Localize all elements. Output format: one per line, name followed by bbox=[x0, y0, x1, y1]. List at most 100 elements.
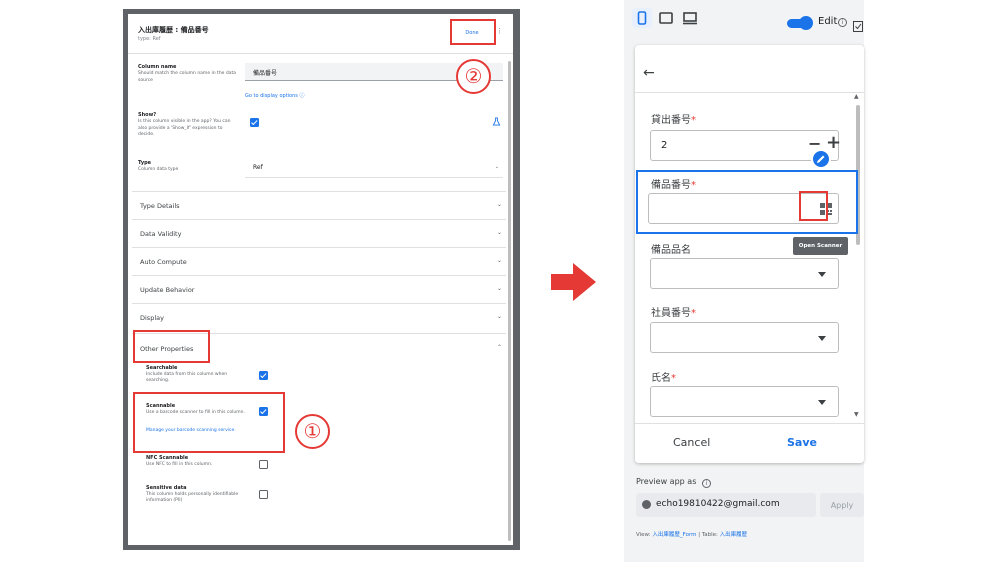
table-link[interactable]: 入出庫履歴 bbox=[720, 532, 748, 538]
nfc-scannable-help: Use NFC to fill in this column. bbox=[146, 462, 213, 467]
sensitive-data-label: Sensitive data bbox=[146, 485, 187, 491]
edit-label: Edit bbox=[818, 16, 838, 27]
required-marker: * bbox=[691, 115, 696, 126]
right-arrow-icon bbox=[551, 263, 596, 301]
chevron-down-icon: ⌄ bbox=[494, 164, 499, 170]
searchable-label: Searchable bbox=[146, 365, 178, 371]
form-footer: Cancel Save bbox=[635, 423, 864, 463]
tablet-icon[interactable] bbox=[656, 8, 676, 28]
show-checkbox[interactable] bbox=[250, 118, 259, 127]
more-options-icon[interactable]: ⋮ bbox=[496, 27, 503, 35]
column-name-label: Column name bbox=[138, 64, 177, 70]
account-icon bbox=[642, 500, 651, 509]
save-button[interactable]: Save bbox=[787, 436, 817, 449]
info-icon[interactable]: i bbox=[838, 18, 847, 27]
back-arrow-icon[interactable]: ← bbox=[643, 65, 655, 81]
desktop-icon[interactable] bbox=[680, 8, 700, 28]
section-label: Auto Compute bbox=[140, 258, 187, 266]
preview-panel-edge bbox=[864, 0, 1000, 562]
sensitive-data-checkbox[interactable] bbox=[259, 490, 268, 499]
cancel-button[interactable]: Cancel bbox=[673, 436, 710, 449]
app-form-preview: ← ▲ ▼ 貸出番号* 2 − + 備品番号* Open Scanner 備品品… bbox=[635, 45, 864, 463]
employee-number-dropdown[interactable] bbox=[650, 322, 839, 353]
scroll-down-icon[interactable]: ▼ bbox=[854, 411, 859, 418]
nfc-scannable-checkbox[interactable] bbox=[259, 460, 268, 469]
chevron-down-icon: ⌄ bbox=[496, 285, 502, 292]
plus-icon[interactable]: + bbox=[826, 132, 841, 153]
view-link[interactable]: 入出庫履歴_Form bbox=[652, 532, 696, 538]
view-table-info: View: 入出庫履歴_Form | Table: 入出庫履歴 bbox=[636, 530, 747, 538]
field-label-equipment-number: 備品番号* bbox=[651, 176, 696, 191]
field-label-full-name: 氏名* bbox=[651, 369, 676, 384]
section-type-details[interactable]: Type Details ⌄ bbox=[132, 191, 506, 219]
table-prefix: Table: bbox=[701, 532, 718, 538]
scroll-up-icon[interactable]: ▲ bbox=[854, 93, 859, 100]
scanner-highlight-box bbox=[799, 191, 828, 221]
dialog-type-line: type: Ref bbox=[138, 36, 161, 42]
scannable-highlight-box bbox=[133, 392, 285, 453]
column-name-help: Should match the column name in the data… bbox=[138, 71, 237, 83]
edit-pencil-icon[interactable] bbox=[811, 149, 831, 169]
preview-user-select[interactable]: echo19810422@gmail.com bbox=[636, 493, 816, 517]
section-label: Display bbox=[140, 314, 164, 322]
section-auto-compute[interactable]: Auto Compute ⌄ bbox=[132, 247, 506, 275]
chevron-down-icon: ⌄ bbox=[496, 257, 502, 264]
preview-as-text: Preview app as bbox=[636, 477, 697, 486]
required-marker: * bbox=[691, 180, 696, 191]
flask-icon[interactable] bbox=[492, 117, 501, 126]
apply-button[interactable]: Apply bbox=[820, 493, 864, 517]
type-select-value: Ref bbox=[253, 164, 263, 171]
app-header-divider bbox=[635, 92, 864, 93]
done-highlight-box bbox=[450, 19, 496, 45]
separator: | bbox=[698, 532, 701, 538]
nfc-scannable-label: NFC Scannable bbox=[146, 455, 189, 461]
field-label-text: 備品品名 bbox=[651, 245, 691, 256]
chevron-down-icon: ⌄ bbox=[496, 313, 502, 320]
chevron-down-icon: ⌄ bbox=[496, 201, 502, 208]
field-label-employee-number: 社員番号* bbox=[651, 304, 696, 319]
section-update-behavior[interactable]: Update Behavior ⌄ bbox=[132, 275, 506, 303]
dialog-scrollbar[interactable] bbox=[508, 61, 511, 541]
info-icon[interactable]: i bbox=[701, 479, 711, 488]
dialog-title: 入出庫履歴 : 備品番号 bbox=[138, 26, 209, 34]
dropdown-caret-icon bbox=[818, 272, 826, 277]
show-help: Is this column visible in the app? You c… bbox=[138, 119, 231, 137]
field-label-equipment-name: 備品品名 bbox=[651, 241, 691, 256]
field-label-text: 備品番号 bbox=[651, 180, 691, 191]
dropdown-caret-icon bbox=[818, 400, 826, 405]
field-label-loan-number: 貸出番号* bbox=[651, 111, 696, 126]
open-scanner-tooltip: Open Scanner bbox=[793, 237, 848, 255]
type-help: Column data type bbox=[138, 167, 179, 172]
step-2-marker: ② bbox=[456, 59, 491, 94]
view-prefix: View: bbox=[636, 532, 651, 538]
step-1-marker: ① bbox=[295, 414, 330, 449]
preview-as-label: Preview app as i bbox=[636, 477, 711, 488]
field-label-text: 氏名 bbox=[651, 373, 671, 384]
other-properties-highlight-box bbox=[133, 330, 210, 363]
mobile-icon[interactable] bbox=[632, 8, 652, 28]
chevron-down-icon: ⌄ bbox=[496, 229, 502, 236]
required-marker: * bbox=[691, 308, 696, 319]
section-display[interactable]: Display ⌄ bbox=[132, 303, 506, 331]
display-options-link[interactable]: Go to display options ⓘ bbox=[245, 92, 304, 99]
searchable-checkbox[interactable] bbox=[259, 371, 268, 380]
preview-email: echo19810422@gmail.com bbox=[656, 499, 780, 509]
show-label: Show? bbox=[138, 112, 157, 118]
full-name-dropdown[interactable] bbox=[650, 386, 839, 417]
section-data-validity[interactable]: Data Validity ⌄ bbox=[132, 219, 506, 247]
dropdown-caret-icon bbox=[818, 336, 826, 341]
field-label-text: 社員番号 bbox=[651, 308, 691, 319]
stepper-value: 2 bbox=[661, 140, 668, 151]
type-select[interactable]: Ref ⌄ bbox=[245, 158, 503, 178]
section-label: Data Validity bbox=[140, 230, 182, 238]
type-label: Type bbox=[138, 160, 152, 166]
sensitive-data-help: This column holds personally identifiabl… bbox=[146, 492, 239, 504]
chevron-up-icon: ⌃ bbox=[496, 344, 502, 351]
required-marker: * bbox=[671, 373, 676, 384]
edit-toggle-knob[interactable] bbox=[799, 16, 813, 30]
field-label-text: 貸出番号 bbox=[651, 115, 691, 126]
searchable-help: Include data from this column when searc… bbox=[146, 372, 228, 384]
equipment-name-dropdown[interactable] bbox=[650, 258, 839, 289]
column-editor-dialog: 入出庫履歴 : 備品番号 type: Ref Done ⋮ Column nam… bbox=[128, 14, 513, 545]
check-box-icon[interactable] bbox=[853, 17, 863, 32]
